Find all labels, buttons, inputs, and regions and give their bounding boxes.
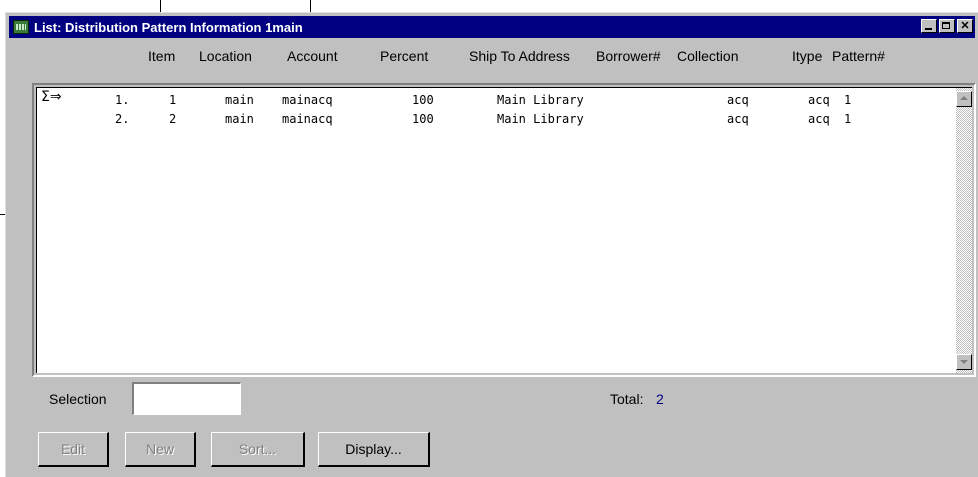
- window-title: List: Distribution Pattern Information 1…: [34, 19, 303, 35]
- distribution-list[interactable]: Σ⇒ 1. 1 main mainacq 100 Main Library ac…: [32, 83, 976, 377]
- cell-pattern: 1: [844, 93, 852, 107]
- cell-account: mainacq: [282, 112, 333, 126]
- cell-collection: acq: [727, 112, 749, 126]
- cell-item: 1: [169, 93, 177, 107]
- edit-button[interactable]: Edit: [38, 432, 109, 467]
- new-button[interactable]: New: [125, 432, 196, 467]
- close-button[interactable]: ✕: [957, 19, 973, 33]
- selection-input[interactable]: [132, 382, 241, 415]
- column-header-collection[interactable]: Collection: [677, 48, 738, 64]
- cell-item: 2: [169, 112, 177, 126]
- cell-ship-to: Main Library: [497, 93, 584, 107]
- column-header-item[interactable]: Item: [148, 48, 175, 64]
- cell-itype: acq: [808, 93, 830, 107]
- table-row[interactable]: 2. 2 main mainacq 100 Main Library acq a…: [37, 112, 937, 128]
- column-header-location[interactable]: Location: [199, 48, 252, 64]
- cell-collection: acq: [727, 93, 749, 107]
- table-row[interactable]: 1. 1 main mainacq 100 Main Library acq a…: [37, 93, 937, 109]
- vertical-scrollbar[interactable]: [956, 88, 972, 373]
- list-window: List: Distribution Pattern Information 1…: [5, 12, 978, 477]
- cell-percent: 100: [412, 93, 434, 107]
- maximize-button[interactable]: [939, 19, 955, 33]
- total-label: Total:: [610, 391, 644, 407]
- cell-account: mainacq: [282, 93, 333, 107]
- sort-button[interactable]: Sort...: [211, 432, 305, 467]
- cell-pattern: 1: [844, 112, 852, 126]
- cell-percent: 100: [412, 112, 434, 126]
- column-header-percent[interactable]: Percent: [380, 48, 428, 64]
- scroll-up-arrow-icon[interactable]: [956, 91, 972, 107]
- row-number: 1.: [115, 93, 130, 107]
- cell-ship-to: Main Library: [497, 112, 584, 126]
- cell-itype: acq: [808, 112, 830, 126]
- column-header-pattern[interactable]: Pattern#: [832, 48, 885, 64]
- column-header-ship-to-address[interactable]: Ship To Address: [469, 48, 570, 64]
- column-header-borrower[interactable]: Borrower#: [596, 48, 661, 64]
- column-header-account[interactable]: Account: [287, 48, 338, 64]
- title-bar[interactable]: List: Distribution Pattern Information 1…: [9, 16, 975, 38]
- column-header-itype[interactable]: Itype: [792, 48, 822, 64]
- selection-label: Selection: [49, 391, 107, 407]
- cell-location: main: [225, 112, 254, 126]
- row-number: 2.: [115, 112, 130, 126]
- cell-location: main: [225, 93, 254, 107]
- display-button[interactable]: Display...: [318, 432, 430, 467]
- app-icon: [13, 20, 29, 34]
- total-count: 2: [656, 391, 664, 407]
- scroll-down-arrow-icon[interactable]: [956, 354, 972, 370]
- minimize-button[interactable]: [921, 19, 937, 33]
